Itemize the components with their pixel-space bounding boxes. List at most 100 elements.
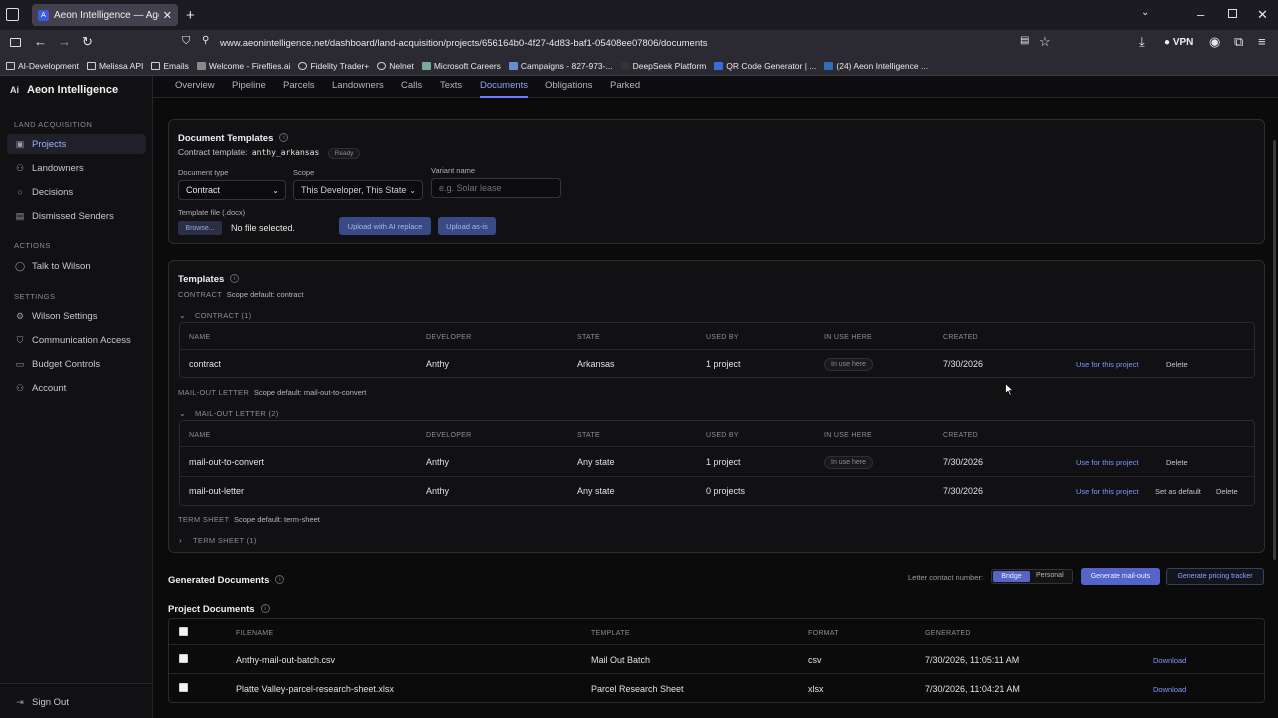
- new-tab-icon[interactable]: +: [186, 7, 195, 24]
- bookmark-item[interactable]: (24) Aeon Intelligence ...: [824, 61, 928, 71]
- use-for-project-link[interactable]: Use for this project: [1076, 458, 1139, 467]
- delete-button[interactable]: Delete: [1166, 458, 1188, 467]
- back-icon[interactable]: ←: [34, 34, 47, 49]
- download-icon[interactable]: ⤓: [1139, 34, 1145, 50]
- scope-select[interactable]: This Developer, This State ⌄: [293, 180, 423, 200]
- delete-button[interactable]: Delete: [1166, 360, 1188, 369]
- tab-documents[interactable]: Documents: [480, 80, 529, 98]
- account-icon[interactable]: ◉: [1209, 34, 1220, 50]
- info-icon[interactable]: i: [279, 133, 289, 143]
- col-filename[interactable]: FILENAME: [236, 630, 273, 637]
- use-for-project-link[interactable]: Use for this project: [1076, 487, 1139, 496]
- doc-filename: Anthy-mail-out-batch.csv: [236, 655, 336, 665]
- col-generated[interactable]: GENERATED: [925, 630, 971, 637]
- upload-ai-replace-button[interactable]: Upload with AI replace: [339, 217, 431, 235]
- sidebar-toggle-icon[interactable]: [10, 38, 21, 47]
- set-default-button[interactable]: Set as default: [1155, 487, 1201, 496]
- vpn-status[interactable]: ● VPN: [1164, 37, 1193, 48]
- row-divider: [180, 476, 1254, 477]
- page-scrollbar[interactable]: [1273, 140, 1276, 560]
- group-toggle-term-sheet[interactable]: › TERM SHEET (1): [179, 532, 257, 546]
- download-link[interactable]: Download: [1153, 656, 1186, 665]
- reload-icon[interactable]: ↻: [82, 34, 93, 50]
- tab-parked[interactable]: Parked: [610, 80, 640, 91]
- browser-tab[interactable]: A Aeon Intelligence — Agentic AI ✕: [32, 4, 178, 26]
- tab-landowners[interactable]: Landowners: [332, 80, 384, 91]
- template-file-label: Template file (.docx): [178, 208, 246, 217]
- bookmark-item[interactable]: Nelnet: [377, 61, 414, 71]
- upload-as-is-button[interactable]: Upload as-is: [438, 217, 496, 235]
- group-toggle-contract[interactable]: ⌄ CONTRACT (1): [179, 307, 251, 321]
- url-field[interactable]: www.aeonintelligence.net/dashboard/land-…: [220, 38, 708, 49]
- info-icon[interactable]: i: [260, 604, 270, 614]
- sign-out-button[interactable]: ⇥ Sign Out: [7, 692, 146, 712]
- generate-pricing-tracker-button[interactable]: Generate pricing tracker: [1166, 568, 1264, 585]
- download-link[interactable]: Download: [1153, 685, 1186, 694]
- group-header: TERM SHEET (1): [193, 536, 257, 545]
- use-for-project-link[interactable]: Use for this project: [1076, 360, 1139, 369]
- bookmark-item[interactable]: AI-Development: [6, 61, 79, 71]
- bookmark-item[interactable]: QR Code Generator | ...: [714, 61, 816, 71]
- sidebar-item-dismissed-senders[interactable]: ▤ Dismissed Senders: [7, 206, 146, 226]
- site-permissions-icon[interactable]: ⚲: [202, 35, 209, 46]
- sidebar-item-landowners[interactable]: ⚇ Landowners: [7, 158, 146, 178]
- row-checkbox[interactable]: [179, 654, 188, 663]
- shield-icon[interactable]: ⛉: [182, 35, 190, 48]
- brand-name: Aeon Intelligence: [27, 84, 119, 96]
- bookmark-item[interactable]: Microsoft Careers: [421, 61, 501, 71]
- fidelity-icon: [298, 61, 308, 70]
- bookmark-item[interactable]: Campaigns - 827-973-...: [508, 61, 613, 71]
- tab-obligations[interactable]: Obligations: [545, 80, 593, 91]
- shield-icon: ⛉: [16, 334, 24, 345]
- tab-list-icon[interactable]: [6, 8, 19, 21]
- sidebar-item-talk-to-wilson[interactable]: ◯ Talk to Wilson: [7, 256, 146, 276]
- sidebar-item-account[interactable]: ⚇ Account: [7, 378, 146, 398]
- bookmark-item[interactable]: Emails: [151, 61, 189, 71]
- sidebar-item-wilson-settings[interactable]: ⚙ Wilson Settings: [7, 306, 146, 326]
- extensions-icon[interactable]: ⧉: [1234, 34, 1243, 50]
- sidebar-item-decisions[interactable]: ○ Decisions: [7, 182, 146, 202]
- browse-button[interactable]: Browse...: [178, 221, 222, 235]
- close-tab-icon[interactable]: ✕: [163, 9, 172, 22]
- sidebar-item-communication-access[interactable]: ⛉ Communication Access: [7, 330, 146, 350]
- bookmark-star-icon[interactable]: ☆: [1039, 34, 1051, 50]
- sidebar-item-projects[interactable]: ▣ Projects: [7, 134, 146, 154]
- close-window-icon[interactable]: ✕: [1257, 7, 1268, 23]
- document-type-select[interactable]: Contract ⌄: [178, 180, 286, 200]
- maximize-icon[interactable]: [1228, 9, 1237, 18]
- row-checkbox[interactable]: [179, 683, 188, 692]
- col-template[interactable]: TEMPLATE: [591, 630, 630, 637]
- tab-overview[interactable]: Overview: [175, 80, 215, 91]
- menu-icon[interactable]: ≡: [1258, 34, 1266, 49]
- bookmark-item[interactable]: Welcome - Fireflies.ai: [196, 61, 290, 71]
- select-all-checkbox[interactable]: [179, 627, 188, 636]
- chevron-right-icon: ›: [179, 536, 182, 545]
- delete-button[interactable]: Delete: [1216, 487, 1238, 496]
- col-format[interactable]: FORMAT: [808, 630, 839, 637]
- forward-icon[interactable]: →: [58, 34, 71, 49]
- tab-calls[interactable]: Calls: [401, 80, 422, 91]
- navigation-toolbar: ← → ↻ ⛉ ⚲ www.aeonintelligence.net/dashb…: [0, 30, 1278, 56]
- doc-template: Parcel Research Sheet: [591, 684, 684, 694]
- variant-name-input[interactable]: [431, 178, 561, 198]
- info-icon[interactable]: i: [275, 575, 285, 585]
- group-toggle-mail-out-letter[interactable]: ⌄ MAIL-OUT LETTER (2): [179, 405, 279, 419]
- chat-icon: ◯: [14, 260, 26, 271]
- tab-overflow-chevron-icon[interactable]: ⌄: [1141, 7, 1149, 18]
- minimize-icon[interactable]: –: [1197, 7, 1204, 22]
- generate-mail-outs-button[interactable]: Generate mail-outs: [1081, 568, 1160, 585]
- generated-documents-heading: Generated Documents i: [168, 572, 285, 586]
- option-personal[interactable]: Personal: [1036, 572, 1064, 579]
- bookmark-item[interactable]: Fidelity Trader+: [298, 61, 369, 71]
- brand-logo[interactable]: Ai Aeon Intelligence: [10, 84, 118, 96]
- sidebar-item-budget-controls[interactable]: ▭ Budget Controls: [7, 354, 146, 374]
- option-bridge[interactable]: Bridge: [993, 571, 1030, 582]
- users-icon: ⚇: [15, 162, 25, 173]
- bookmark-item[interactable]: DeepSeek Platform: [620, 61, 706, 71]
- tab-pipeline[interactable]: Pipeline: [232, 80, 266, 91]
- tab-texts[interactable]: Texts: [440, 80, 462, 91]
- reader-view-icon[interactable]: ▤: [1020, 35, 1029, 46]
- tab-parcels[interactable]: Parcels: [283, 80, 315, 91]
- info-icon[interactable]: i: [230, 274, 240, 284]
- bookmark-item[interactable]: Melissa API: [86, 61, 143, 71]
